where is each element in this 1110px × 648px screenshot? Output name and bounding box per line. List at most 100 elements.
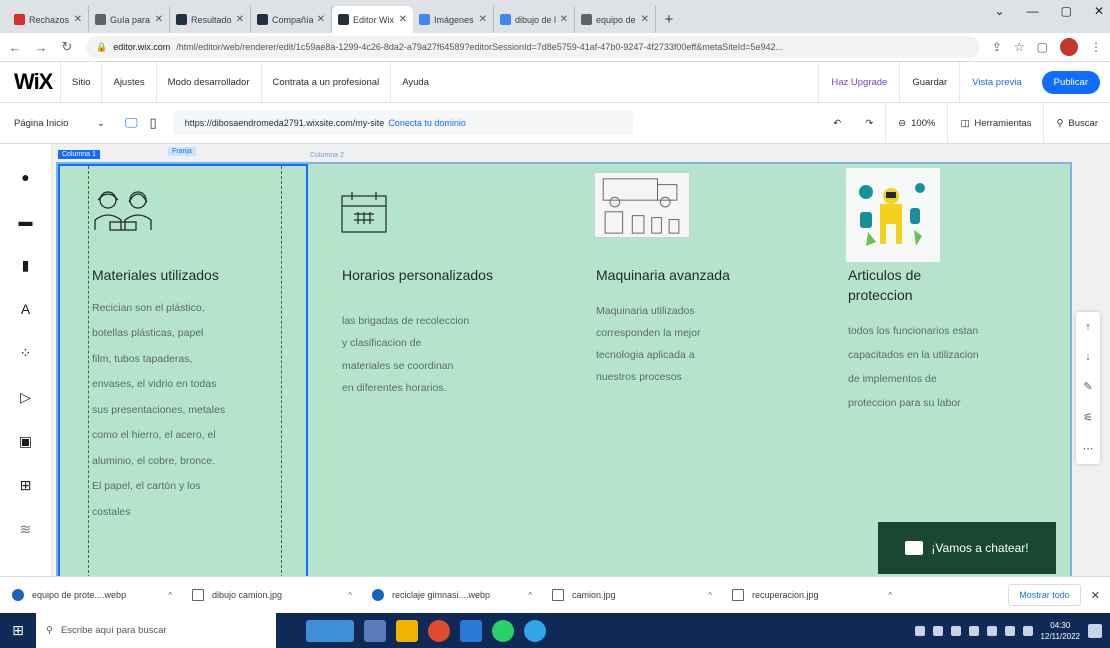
browser-tab[interactable]: Rechazos (1) ✕ — [8, 6, 89, 33]
chevron-up-icon[interactable]: ^ — [348, 591, 352, 600]
save-button[interactable]: Guardar — [899, 62, 959, 102]
wix-menu-item[interactable]: Ayuda — [390, 62, 440, 102]
close-tab-icon[interactable]: ✕ — [317, 14, 325, 25]
browser-tab[interactable]: Compañía D ✕ — [251, 6, 332, 33]
reload-button[interactable]: ↻ — [60, 39, 74, 55]
task-view-icon[interactable] — [364, 619, 386, 642]
site-design-icon[interactable]: A — [15, 298, 37, 320]
redo-button[interactable]: ↷ — [853, 103, 885, 143]
page-selector[interactable]: Página Inicio ⌄ — [0, 118, 115, 129]
column2-tag[interactable]: Columna 2 — [306, 151, 348, 160]
forward-button[interactable]: → — [34, 40, 48, 55]
wix-menu-item[interactable]: Ajustes — [101, 62, 155, 102]
url-omnibox[interactable]: 🔒 editor.wix.com/html/editor/web/rendere… — [86, 36, 980, 58]
tray-icon[interactable] — [950, 625, 961, 636]
close-tab-icon[interactable]: ✕ — [479, 14, 487, 25]
chevron-up-icon[interactable]: ^ — [708, 591, 712, 600]
profile-avatar[interactable] — [1060, 38, 1078, 56]
magic-wand-icon[interactable]: ⚟ — [1083, 411, 1093, 424]
wifi-icon[interactable] — [1004, 625, 1015, 636]
feature-text[interactable]: Recician son el plástico, botellas plást… — [92, 296, 260, 526]
media-icon[interactable]: ▣ — [15, 430, 37, 452]
bookmark-star-icon[interactable]: ☆ — [1014, 40, 1025, 54]
file-explorer-icon[interactable] — [396, 619, 418, 642]
download-item[interactable]: recuperacion.jpg ^ — [732, 589, 912, 601]
machinery-image[interactable] — [594, 172, 690, 238]
taskbar-clock[interactable]: 04:30 12/11/2022 — [1041, 620, 1080, 642]
feature-text[interactable]: las brigadas de recoleccion y clasificac… — [342, 310, 542, 400]
word-icon[interactable] — [460, 619, 482, 642]
arrow-down-icon[interactable]: ↓ — [1085, 351, 1091, 363]
pages-icon[interactable]: ▮ — [15, 254, 37, 276]
close-tab-icon[interactable]: ✕ — [236, 14, 244, 25]
feature-title[interactable]: Horarios personalizados — [342, 266, 542, 286]
close-tab-icon[interactable]: ✕ — [399, 14, 407, 25]
wix-menu-item[interactable]: Contrata a un profesional — [260, 62, 391, 102]
protective-equipment-image[interactable] — [846, 168, 940, 262]
feature-text[interactable]: Maquinaria utilizados corresponden la me… — [596, 300, 766, 388]
mobile-view-icon[interactable]: ▯ — [150, 115, 157, 131]
notifications-icon[interactable] — [1088, 623, 1102, 638]
zoom-control[interactable]: ⊖ 100% — [885, 103, 947, 143]
menu-kebab-icon[interactable]: ⋮ — [1090, 40, 1102, 54]
close-tab-icon[interactable]: ✕ — [155, 14, 163, 25]
desktop-view-icon[interactable]: 🖵 — [125, 115, 138, 131]
more-icon[interactable]: ⋯ — [1083, 442, 1094, 455]
undo-button[interactable]: ↶ — [821, 103, 853, 143]
browser-tab[interactable]: Resultados ✕ — [170, 6, 251, 33]
tools-button[interactable]: ◫ Herramientas — [947, 103, 1043, 143]
minimize-button[interactable]: — — [1027, 4, 1039, 18]
download-item[interactable]: equipo de prote....webp ^ — [12, 589, 192, 601]
workers-icon[interactable] — [92, 188, 154, 232]
arrow-up-icon[interactable]: ↑ — [1085, 321, 1091, 333]
tray-icon[interactable] — [932, 625, 943, 636]
cms-icon[interactable]: ⊞ — [15, 474, 37, 496]
upgrade-button[interactable]: Haz Upgrade — [818, 62, 899, 102]
feature-title[interactable]: Articulos de proteccion — [848, 266, 1048, 305]
browser-tab[interactable]: dibujo de l ✕ — [494, 6, 575, 33]
search-button[interactable]: ⚲ Buscar — [1043, 103, 1110, 143]
chevron-up-icon[interactable]: ^ — [168, 591, 172, 600]
feature-text[interactable]: todos los funcionarios estan capacitados… — [848, 319, 1048, 415]
browser-tab[interactable]: Editor Wix ✕ — [332, 6, 413, 33]
download-item[interactable]: camion.jpg ^ — [552, 589, 732, 601]
add-section-icon[interactable]: ▬ — [15, 210, 37, 232]
column1-tag[interactable]: Columna 1 — [58, 150, 100, 159]
tray-icon[interactable] — [986, 625, 997, 636]
preview-button[interactable]: Vista previa — [959, 62, 1033, 102]
chrome-icon[interactable] — [428, 619, 450, 642]
back-button[interactable]: ← — [8, 40, 22, 55]
chevron-up-icon[interactable]: ^ — [888, 591, 892, 600]
tray-icon[interactable] — [968, 625, 979, 636]
maximize-button[interactable]: ▢ — [1061, 4, 1072, 18]
windows-start-icon[interactable]: ⊞ — [0, 622, 36, 639]
weather-widget-icon[interactable] — [306, 619, 354, 642]
add-elements-icon[interactable]: ● — [15, 166, 37, 188]
browser-tab[interactable]: Imágenes de ✕ — [413, 6, 494, 33]
close-downloads-icon[interactable]: ✕ — [1091, 589, 1100, 602]
pencil-icon[interactable]: ✎ — [1083, 380, 1092, 393]
window-icon[interactable]: ▢ — [1037, 40, 1048, 54]
chevron-up-icon[interactable]: ^ — [528, 591, 532, 600]
new-tab-button[interactable]: + — [656, 6, 682, 33]
chat-button[interactable]: ¡Vamos a chatear! — [878, 522, 1056, 574]
taskbar-search[interactable]: ⚲ Escribe aquí para buscar — [36, 613, 276, 648]
publish-button[interactable]: Publicar — [1041, 70, 1100, 94]
close-tab-icon[interactable]: ✕ — [560, 14, 568, 25]
chevron-down-icon[interactable]: ⌄ — [995, 4, 1005, 18]
connect-domain-link[interactable]: Conecta tu dominio — [388, 118, 466, 128]
volume-icon[interactable] — [1022, 625, 1033, 636]
business-icon[interactable]: ▷ — [15, 386, 37, 408]
layers-icon[interactable]: ≋ — [15, 518, 37, 540]
wix-menu-item[interactable]: Sitio — [60, 62, 101, 102]
wix-menu-item[interactable]: Modo desarrollador — [155, 62, 261, 102]
download-item[interactable]: reciclaje gimnasi....webp ^ — [372, 589, 552, 601]
add-apps-icon[interactable]: ⁘ — [15, 342, 37, 364]
close-window-button[interactable]: ✕ — [1094, 4, 1104, 18]
close-tab-icon[interactable]: ✕ — [641, 14, 649, 25]
show-all-downloads-button[interactable]: Mostrar todo — [1008, 584, 1081, 606]
strip-section[interactable]: Materiales utilizados Recician son el pl… — [56, 162, 1072, 576]
feature-title[interactable]: Maquinaria avanzada — [596, 266, 766, 286]
share-icon[interactable]: ⇪ — [992, 40, 1002, 54]
tray-icon[interactable] — [914, 625, 925, 636]
